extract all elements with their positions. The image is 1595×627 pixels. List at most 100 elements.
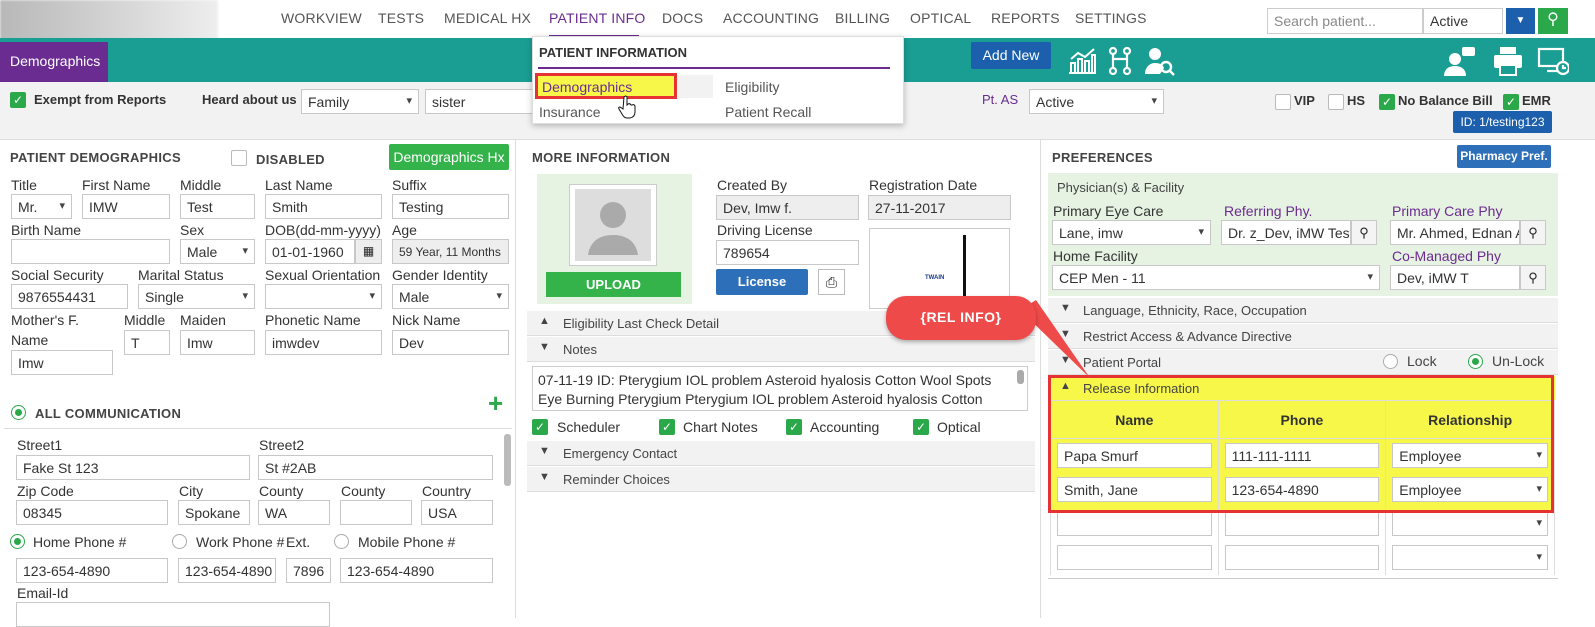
accordion-restrict-access[interactable]: ▼ Restrict Access & Advance Directive (1048, 324, 1558, 349)
co-managed-phy-input[interactable]: Dev, iMW T (1390, 265, 1520, 290)
no-balance-checkbox[interactable]: ✓ (1379, 93, 1395, 110)
middle-name-input[interactable]: Test (180, 194, 255, 219)
ssn-input[interactable]: 9876554431 (11, 284, 128, 309)
referring-phy-input[interactable]: Dr. z_Dev, iMW Test (1221, 220, 1351, 245)
notes-textarea[interactable]: 07-11-19 ID: Pterygium IOL problem Aster… (532, 366, 1028, 411)
nav-billing[interactable]: BILLING (835, 10, 890, 26)
nick-input[interactable]: Dev (392, 330, 509, 355)
work-phone-radio[interactable] (172, 533, 187, 550)
pt-as-select[interactable]: Active (1029, 89, 1164, 114)
nav-patient-info[interactable]: PATIENT INFO (549, 10, 646, 26)
release-name-input[interactable] (1057, 511, 1212, 536)
demographics-hx-button[interactable]: Demographics Hx (389, 144, 509, 170)
city-input[interactable]: Spokane (178, 500, 250, 525)
patient-status-select[interactable]: Active (1423, 8, 1503, 34)
first-name-input[interactable]: IMW (82, 194, 170, 219)
menu-item-demographics[interactable]: Demographics (535, 73, 677, 99)
release-name-input[interactable] (1057, 545, 1212, 570)
add-communication-icon[interactable]: + (488, 388, 503, 419)
nav-docs[interactable]: DOCS (662, 10, 703, 26)
email-input[interactable] (16, 602, 330, 627)
mobile-phone-input[interactable]: 123-654-4890 (340, 558, 493, 583)
monitor-clock-icon[interactable] (1537, 45, 1569, 77)
license-button[interactable]: License (716, 269, 808, 295)
birth-name-input[interactable] (11, 239, 170, 264)
accordion-patient-portal[interactable]: ▼ Patient Portal Lock Un-Lock (1048, 350, 1558, 375)
scrollbar[interactable] (504, 434, 511, 486)
mother-name-input[interactable]: Imw (11, 350, 113, 375)
mobile-phone-radio[interactable] (334, 533, 349, 550)
unlock-radio[interactable] (1468, 353, 1483, 370)
pharmacy-pref-button[interactable]: Pharmacy Pref. (1457, 145, 1551, 168)
merge-icon[interactable] (1104, 45, 1136, 77)
upload-button[interactable]: UPLOAD (546, 272, 681, 297)
accordion-notes[interactable]: ▼ Notes (527, 337, 1035, 362)
search-icon[interactable]: ⚲ (1351, 220, 1377, 245)
accordion-emergency-contact[interactable]: ▼ Emergency Contact (527, 441, 1035, 466)
mother-middle-input[interactable]: T (124, 330, 170, 355)
suffix-input[interactable]: Testing (392, 194, 509, 219)
lock-radio[interactable] (1383, 353, 1398, 370)
home-facility-select[interactable]: CEP Men - 11 (1052, 265, 1380, 290)
printer-icon[interactable] (1492, 45, 1524, 77)
add-new-button[interactable]: Add New (971, 42, 1051, 69)
chart-notes-checkbox[interactable]: ✓ (659, 418, 675, 435)
home-phone-radio[interactable] (10, 533, 25, 550)
orientation-select[interactable] (265, 284, 382, 309)
search-patient-input[interactable]: Search patient... (1267, 8, 1423, 34)
accordion-language[interactable]: ▼ Language, Ethnicity, Race, Occupation (1048, 298, 1558, 323)
driving-license-input[interactable]: 789654 (716, 240, 859, 265)
optical-checkbox[interactable]: ✓ (913, 418, 929, 435)
emr-checkbox[interactable]: ✓ (1503, 93, 1519, 110)
release-relationship-select[interactable] (1392, 511, 1548, 536)
gender-select[interactable]: Male (392, 284, 509, 309)
maiden-input[interactable]: Imw (180, 330, 255, 355)
country-input[interactable]: USA (421, 500, 493, 525)
sex-select[interactable]: Male (180, 239, 255, 264)
release-relationship-select[interactable] (1392, 545, 1548, 570)
search-icon[interactable]: ⚲ (1520, 265, 1546, 290)
search-icon[interactable]: ⚲ (1520, 220, 1546, 245)
street1-input[interactable]: Fake St 123 (16, 455, 250, 480)
nav-tests[interactable]: TESTS (378, 10, 424, 26)
hs-checkbox[interactable] (1328, 93, 1344, 110)
primary-care-phy-input[interactable]: Mr. Ahmed, Ednan A (1390, 220, 1520, 245)
phonetic-input[interactable]: imwdev (265, 330, 382, 355)
nav-optical[interactable]: OPTICAL (910, 10, 971, 26)
county-input[interactable]: WA (258, 500, 330, 525)
county2-input[interactable] (340, 500, 412, 525)
release-phone-input[interactable] (1224, 545, 1380, 570)
menu-item-eligibility[interactable]: Eligibility (725, 79, 779, 95)
vip-checkbox[interactable] (1275, 93, 1291, 110)
chevron-down-icon[interactable]: ▼ (1506, 8, 1535, 34)
accordion-reminder-choices[interactable]: ▼ Reminder Choices (527, 467, 1035, 492)
accounting-checkbox[interactable]: ✓ (786, 418, 802, 435)
nav-workview[interactable]: WORKVIEW (281, 10, 362, 26)
release-phone-input[interactable] (1224, 511, 1380, 536)
title-select[interactable]: Mr. (11, 194, 72, 219)
exempt-checkbox[interactable]: ✓ (10, 91, 26, 108)
search-icon[interactable]: ⚲ (1538, 8, 1568, 34)
marital-select[interactable]: Single (138, 284, 255, 309)
dob-input[interactable]: 01-01-1960 (265, 239, 355, 264)
home-phone-input[interactable]: 123-654-4890 (16, 558, 168, 583)
ext-input[interactable]: 7896 (286, 558, 331, 583)
nav-reports[interactable]: REPORTS (991, 10, 1060, 26)
disabled-checkbox[interactable] (231, 149, 247, 166)
nav-settings[interactable]: SETTINGS (1075, 10, 1147, 26)
street2-input[interactable]: St #2AB (258, 455, 493, 480)
heard-about-detail-input[interactable]: sister (425, 89, 535, 114)
tab-demographics[interactable]: Demographics (0, 42, 108, 82)
nav-accounting[interactable]: ACCOUNTING (723, 10, 819, 26)
heard-about-select[interactable]: Family (301, 89, 419, 114)
scheduler-checkbox[interactable]: ✓ (532, 418, 548, 435)
print-license-icon[interactable]: ⎙ (818, 269, 845, 295)
work-phone-input[interactable]: 123-654-4890 (178, 558, 276, 583)
primary-eye-care-select[interactable]: Lane, imw (1052, 220, 1211, 245)
menu-item-insurance[interactable]: Insurance (539, 104, 600, 120)
nav-medical-hx[interactable]: MEDICAL HX (444, 10, 531, 26)
menu-item-patient-recall[interactable]: Patient Recall (725, 104, 811, 120)
zip-input[interactable]: 08345 (16, 500, 168, 525)
calendar-icon[interactable]: ▦ (355, 239, 382, 264)
chart-icon[interactable] (1066, 45, 1098, 77)
